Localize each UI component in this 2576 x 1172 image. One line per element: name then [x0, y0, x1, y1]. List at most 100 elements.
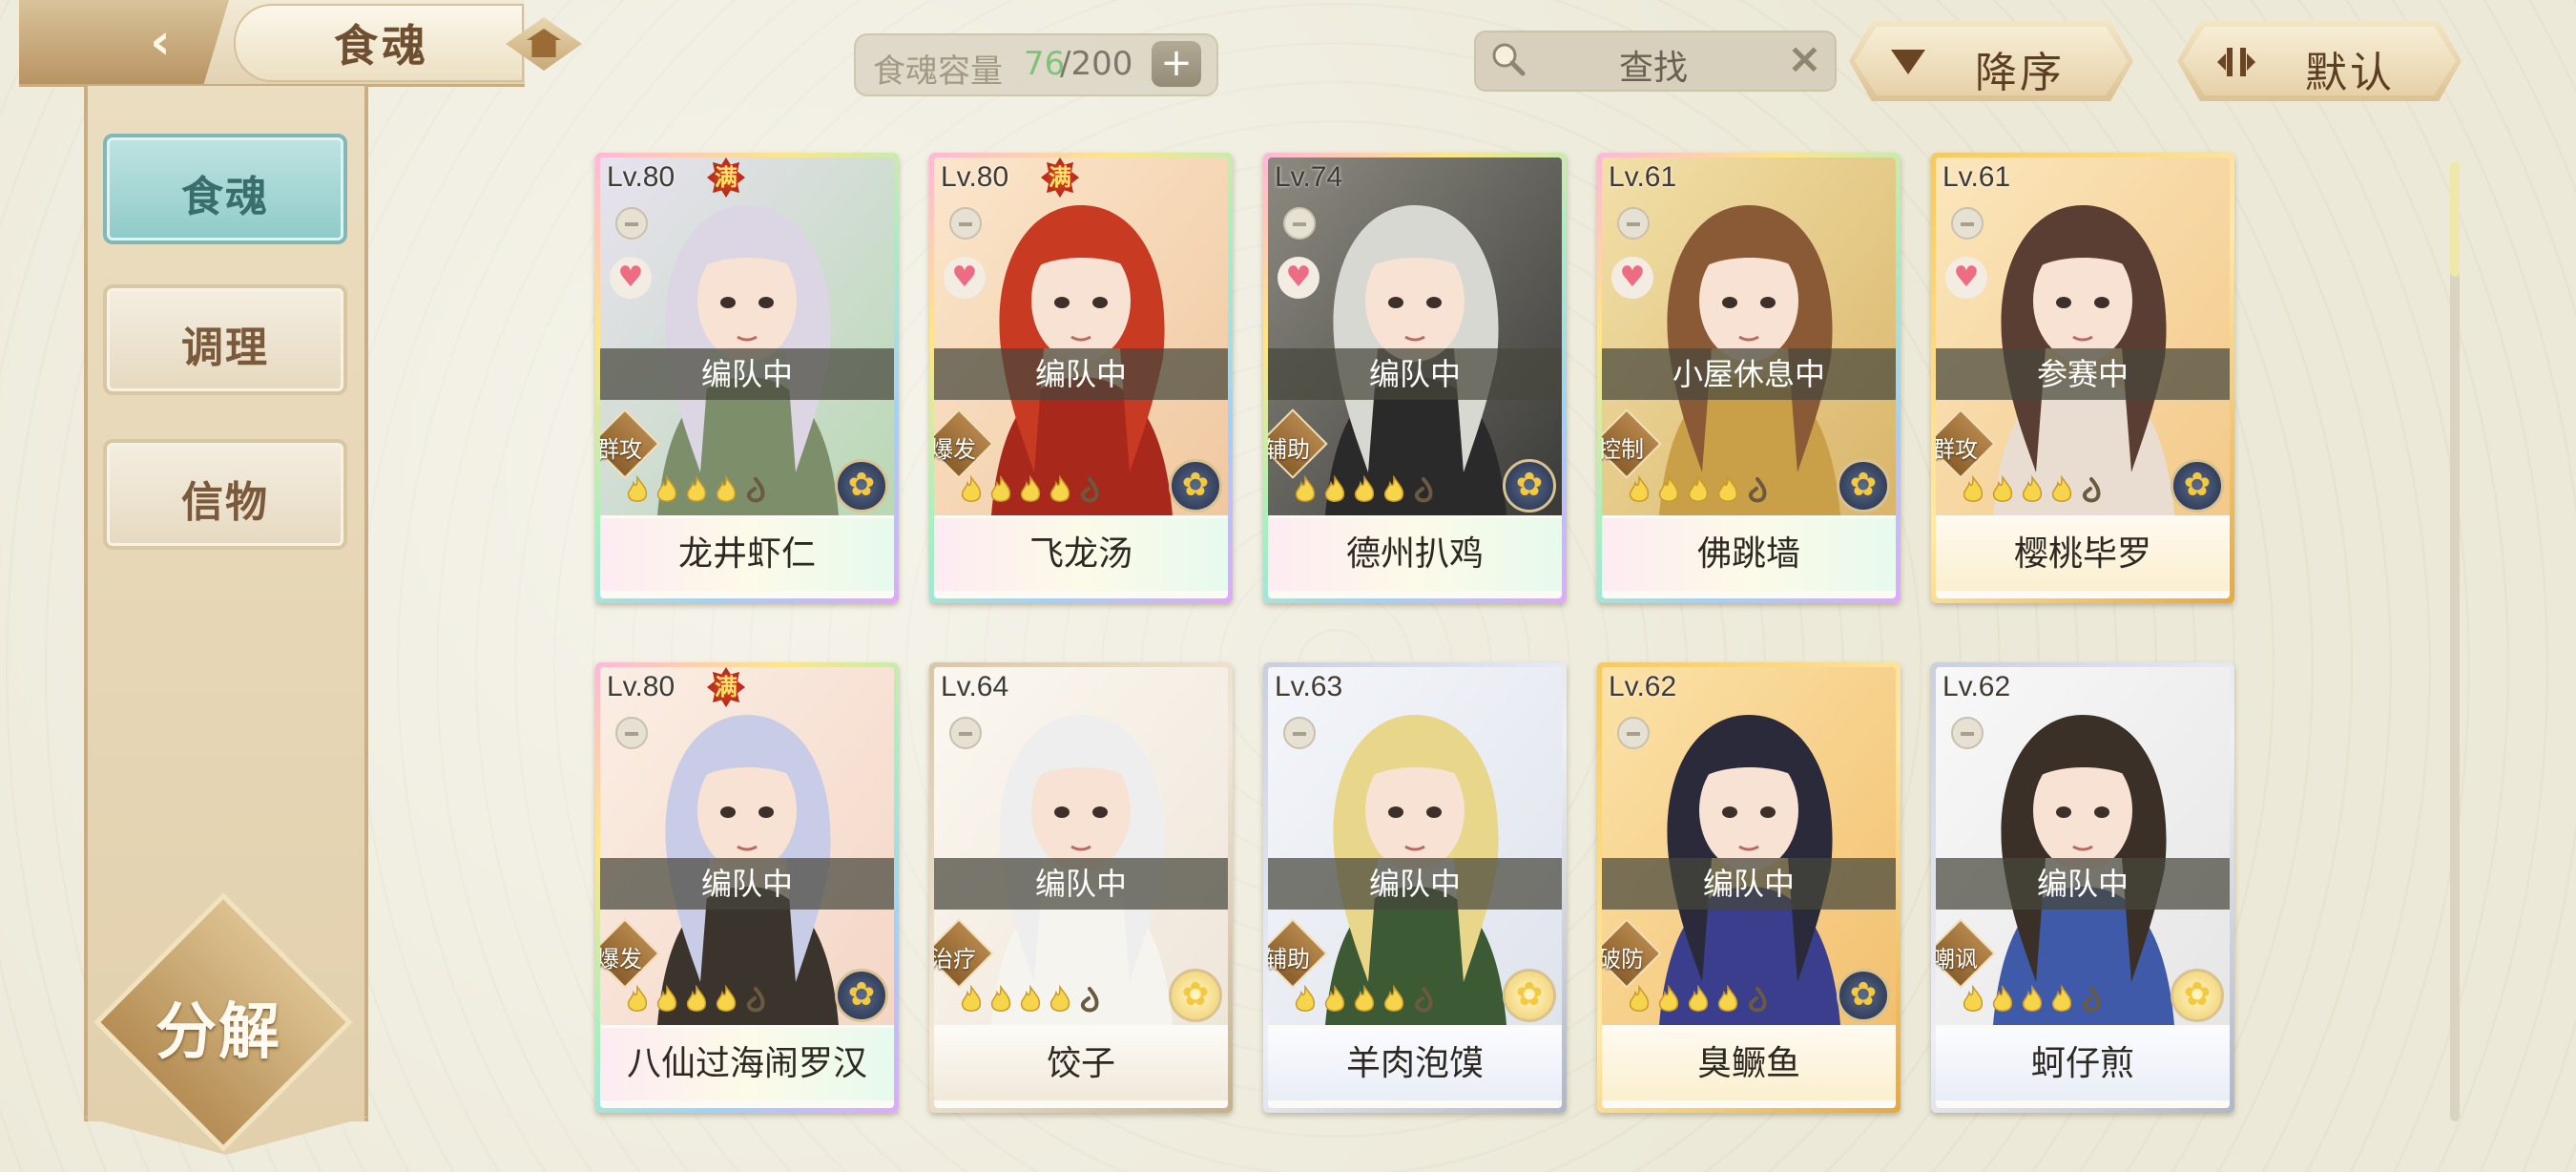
scrollbar-track[interactable] [2450, 162, 2460, 1121]
heart-icon[interactable]: ♥ [610, 257, 652, 299]
scrollbar-thumb[interactable] [2450, 162, 2460, 277]
sidebar-item-tokens[interactable]: 信物 [103, 439, 347, 550]
star-rating [1293, 475, 1441, 506]
star-flame-icon [656, 475, 677, 502]
lock-icon[interactable] [1283, 717, 1316, 749]
star-flame-icon [1354, 475, 1375, 502]
star-flame-icon [1295, 475, 1316, 502]
element-flower-icon [1503, 969, 1556, 1022]
heart-icon[interactable]: ♥ [944, 257, 986, 299]
element-flower-icon [835, 969, 888, 1022]
status-label: 编队中 [600, 348, 894, 400]
character-name: 饺子 [934, 1028, 1228, 1100]
element-flower-icon [2171, 969, 2224, 1022]
character-name: 龙井虾仁 [600, 518, 894, 591]
level-label: Lv.62 [1609, 671, 1677, 702]
decompose-label[interactable]: 分解 [132, 983, 305, 1071]
role-label: 嘲讽 [1936, 946, 1978, 973]
star-flame-empty-icon [746, 477, 765, 503]
card-body: Lv.61 ♥ 参赛中 群攻 樱桃毕罗 [1936, 157, 2230, 598]
food-soul-card[interactable]: Lv.64 编队中 治疗 饺子 [929, 662, 1233, 1113]
food-soul-card[interactable]: Lv.62 编队中 嘲讽 蚵仔煎 [1931, 662, 2234, 1113]
status-label: 编队中 [1268, 858, 1562, 910]
food-soul-card[interactable]: Lv.61 ♥ 小屋休息中 控制 佛跳墙 [1597, 153, 1901, 603]
element-flower-icon [1503, 459, 1556, 513]
capacity-indicator: 食魂容量 76 /200 + [854, 33, 1218, 96]
star-flame-icon [1049, 475, 1070, 502]
food-soul-card[interactable]: Lv.80 满 ♥ 编队中 群攻 龙井虾仁 [595, 153, 899, 603]
card-body: Lv.80 满 ♥ 编队中 群攻 龙井虾仁 [600, 157, 894, 598]
food-soul-card[interactable]: Lv.62 编队中 破防 臭鳜鱼 [1597, 662, 1901, 1113]
card-body: Lv.74 ♥ 编队中 辅助 德州扒鸡 [1268, 157, 1562, 598]
lock-icon[interactable] [615, 207, 648, 240]
lock-icon[interactable] [949, 207, 982, 240]
back-button[interactable] [19, 0, 229, 84]
role-label: 群攻 [600, 436, 642, 463]
role-label: 群攻 [1936, 436, 1978, 463]
expand-capacity-button[interactable]: + [1152, 41, 1201, 87]
star-flame-icon [1049, 985, 1070, 1012]
sidebar-item-conditioning[interactable]: 调理 [103, 284, 347, 395]
element-flower-icon [1169, 459, 1222, 513]
level-label: Lv.61 [1609, 161, 1677, 193]
status-label: 编队中 [934, 348, 1228, 400]
sort-toggle-icon [2217, 48, 2255, 76]
star-rating [1627, 475, 1775, 506]
star-flame-icon [1324, 985, 1345, 1012]
star-flame-icon [627, 985, 648, 1012]
back-arrow-icon[interactable]: ‹ [132, 13, 189, 71]
clear-search-icon[interactable]: × [1787, 34, 1822, 83]
heart-icon[interactable]: ♥ [1278, 257, 1319, 299]
star-flame-icon [1354, 985, 1375, 1012]
star-flame-icon [990, 475, 1011, 502]
search-box[interactable]: 查找 × [1474, 31, 1837, 92]
lock-icon[interactable] [1951, 207, 1984, 240]
star-flame-icon [1020, 475, 1041, 502]
sort-mode-button[interactable]: 默认 [2177, 21, 2462, 101]
character-name: 德州扒鸡 [1268, 518, 1562, 591]
status-label: 编队中 [934, 858, 1228, 910]
lock-icon[interactable] [1283, 207, 1316, 240]
status-label: 编队中 [1936, 858, 2230, 910]
level-label: Lv.61 [1942, 161, 2011, 193]
star-rating [959, 985, 1107, 1015]
food-soul-card[interactable]: Lv.80 满 编队中 爆发 八仙过海闹罗汉 [595, 662, 899, 1113]
capacity-total: /200 [1060, 45, 1133, 83]
element-flower-icon [1169, 969, 1222, 1022]
star-flame-icon [627, 475, 648, 502]
lock-icon[interactable] [1951, 717, 1984, 749]
food-soul-card[interactable]: Lv.74 ♥ 编队中 辅助 德州扒鸡 [1263, 153, 1567, 603]
food-soul-card[interactable]: Lv.63 编队中 辅助 羊肉泡馍 [1263, 662, 1567, 1113]
role-badge: 嘲讽 [1936, 918, 1996, 989]
star-rating [1961, 985, 2109, 1015]
sidebar-item-label: 食魂 [181, 173, 269, 221]
card-body: Lv.64 编队中 治疗 饺子 [934, 667, 1228, 1108]
star-flame-icon [1963, 475, 1984, 502]
card-body: Lv.61 ♥ 小屋休息中 控制 佛跳墙 [1602, 157, 1896, 598]
star-flame-icon [1629, 985, 1650, 1012]
element-flower-icon [1837, 969, 1890, 1022]
card-body: Lv.62 编队中 嘲讽 蚵仔煎 [1936, 667, 2230, 1108]
star-rating [959, 475, 1107, 506]
lock-icon[interactable] [1617, 717, 1650, 749]
star-flame-icon [1324, 475, 1345, 502]
star-flame-icon [686, 985, 707, 1012]
lock-icon[interactable] [1617, 207, 1650, 240]
food-soul-card[interactable]: Lv.80 满 ♥ 编队中 爆发 飞龙汤 [929, 153, 1233, 603]
food-soul-card[interactable]: Lv.61 ♥ 参赛中 群攻 樱桃毕罗 [1931, 153, 2234, 603]
sidebar-item-food-souls[interactable]: 食魂 [103, 134, 347, 244]
heart-icon[interactable]: ♥ [1945, 257, 1987, 299]
sort-order-button[interactable]: 降序 [1849, 21, 2133, 101]
role-badge: 控制 [1602, 408, 1662, 479]
heart-icon[interactable]: ♥ [1611, 257, 1653, 299]
star-flame-icon [1992, 985, 2013, 1012]
star-flame-icon [2051, 985, 2072, 1012]
lock-icon[interactable] [615, 717, 648, 749]
search-input[interactable]: 查找 [1619, 40, 1688, 90]
star-flame-icon [1383, 475, 1404, 502]
character-name: 八仙过海闹罗汉 [600, 1028, 894, 1100]
lock-icon[interactable] [949, 717, 982, 749]
star-flame-empty-icon [1080, 477, 1099, 503]
level-label: Lv.74 [1275, 161, 1343, 193]
role-label: 爆发 [934, 436, 976, 463]
